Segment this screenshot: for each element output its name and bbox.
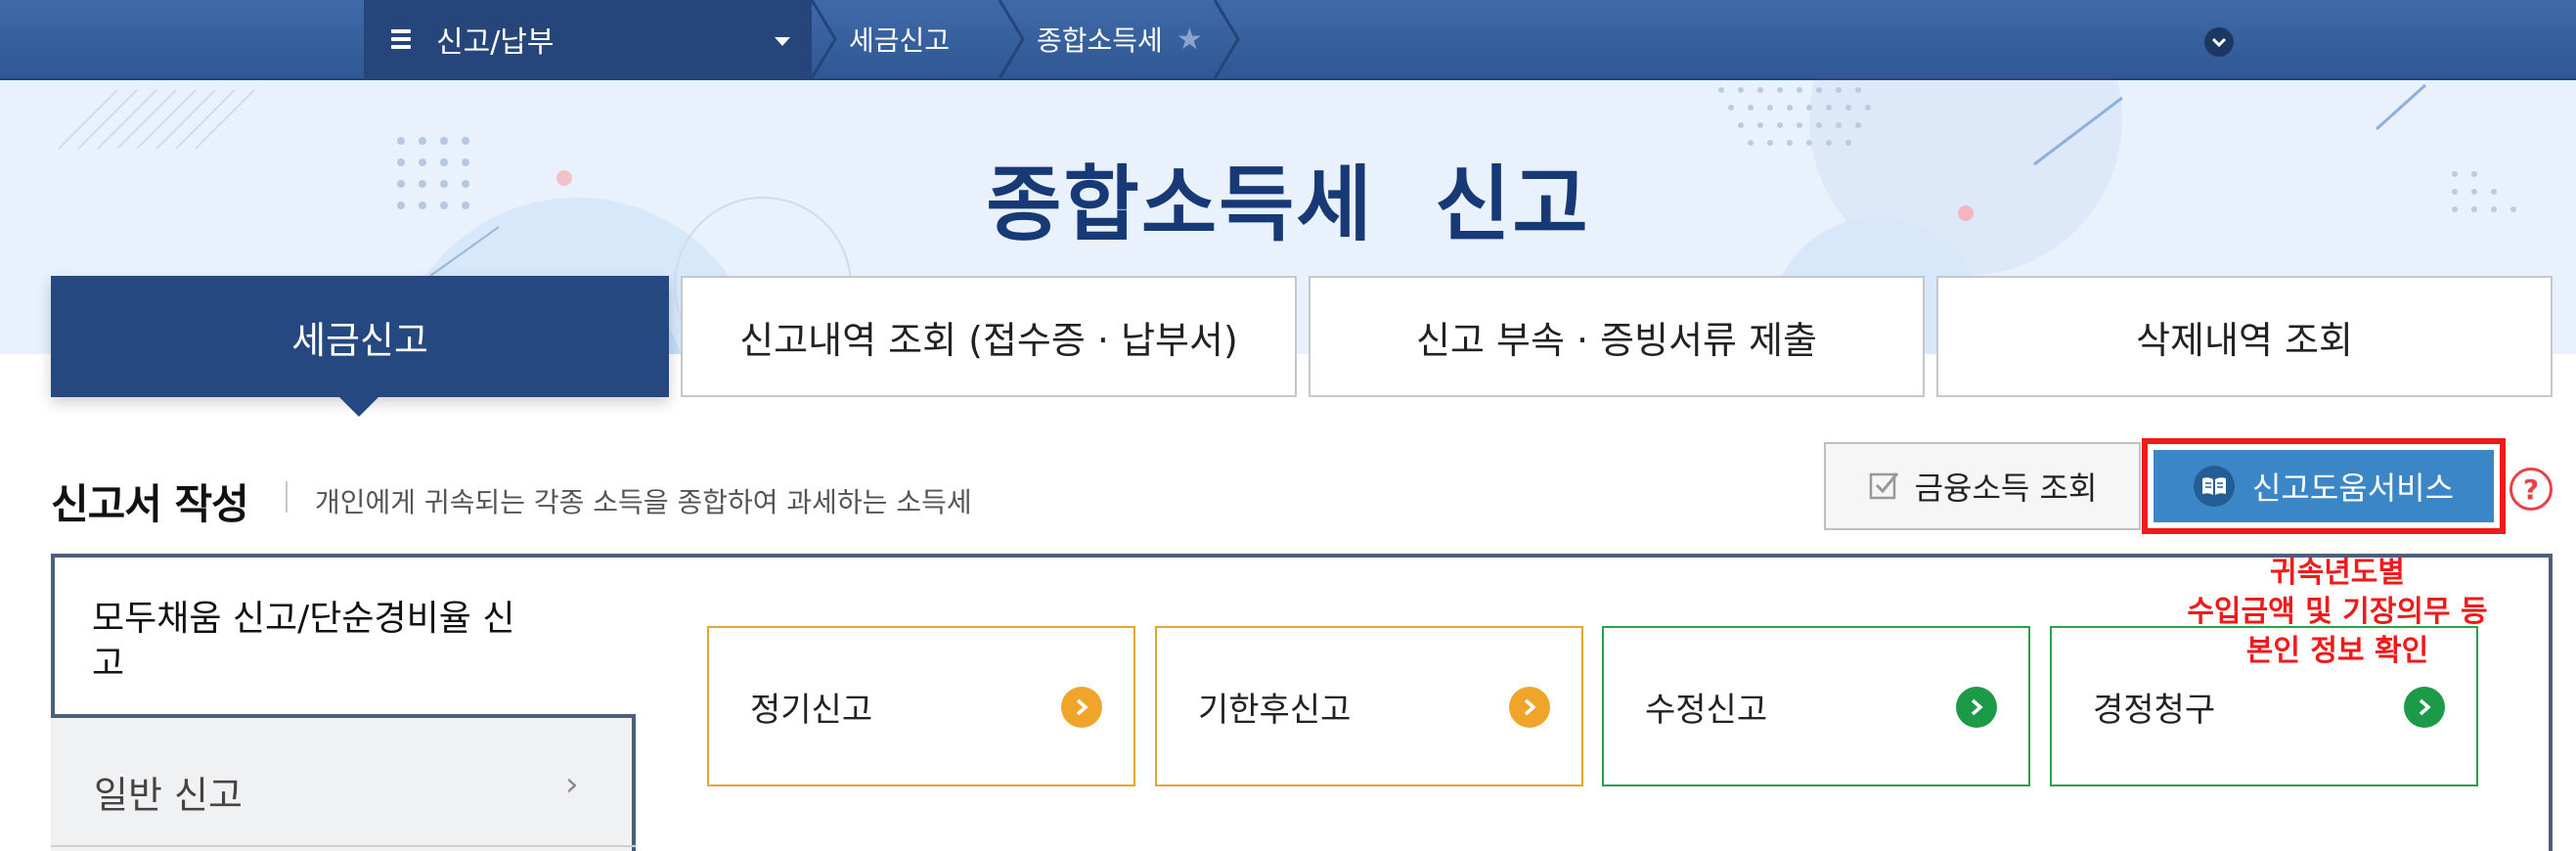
chevron-right-circle-icon [1509, 687, 1550, 728]
help-service-highlight: 신고도움서비스 [2142, 438, 2506, 534]
sidebar-item-label: 모두채움 신고/단순경비율 신고 [92, 599, 515, 684]
question-icon[interactable]: ? [2509, 468, 2553, 511]
regular-filing-card[interactable]: 정기신고 [707, 626, 1135, 786]
menu-dropdown[interactable]: 신고/납부 [364, 0, 812, 78]
late-filing-card[interactable]: 기한후신고 [1155, 626, 1583, 786]
breadcrumb-separator-icon [810, 0, 837, 78]
caret-down-icon [775, 37, 790, 46]
checkbox-icon [1869, 472, 1898, 500]
active-tab-pointer [337, 395, 380, 417]
help-service-button[interactable]: 신고도움서비스 [2154, 450, 2494, 522]
hamburger-icon [391, 25, 411, 53]
chevron-down-icon[interactable] [2204, 27, 2234, 57]
book-icon [2193, 466, 2235, 507]
finance-income-lookup-button[interactable]: 금융소득 조회 [1824, 442, 2141, 530]
tab-tax-filing[interactable]: 세금신고 [51, 276, 669, 397]
breadcrumb-separator-icon [998, 0, 1025, 78]
sidebar-divider [51, 845, 636, 847]
section-title: 신고서 작성 [51, 480, 249, 528]
red-annotation: 귀속년도별 수입금액 및 기장의무 등 본인 정보 확인 [2187, 556, 2488, 668]
breadcrumb-item-tax-filing[interactable]: 세금신고 [849, 0, 950, 78]
chevron-right-circle-icon [1061, 687, 1102, 728]
chevron-right-circle-icon [2404, 687, 2445, 728]
top-navigation-bar: 신고/납부 세금신고 종합소득세 ★ [0, 0, 2576, 80]
page-title: 종합소득세 신고 [986, 157, 1590, 252]
star-icon[interactable]: ★ [1177, 22, 1203, 57]
amended-filing-card[interactable]: 수정신고 [1602, 626, 2030, 786]
menu-dropdown-label: 신고/납부 [436, 25, 555, 60]
tab-document-submission[interactable]: 신고 부속 · 증빙서류 제출 [1309, 276, 1925, 397]
chevron-right-icon: › [565, 765, 579, 804]
section-description: 개인에게 귀속되는 각종 소득을 종합하여 과세하는 소득세 [315, 486, 972, 518]
chevron-right-circle-icon [1956, 687, 1997, 728]
section-divider [286, 481, 288, 513]
breadcrumb-item-income-tax[interactable]: 종합소득세 ★ [1037, 0, 1203, 78]
tab-deleted-history[interactable]: 삭제내역 조회 [1936, 276, 2553, 397]
tab-filing-history[interactable]: 신고내역 조회 (접수증 · 납부서) [681, 276, 1297, 397]
sidebar-item-label: 일반 신고 [94, 774, 243, 817]
breadcrumb-separator-icon [1213, 0, 1240, 78]
